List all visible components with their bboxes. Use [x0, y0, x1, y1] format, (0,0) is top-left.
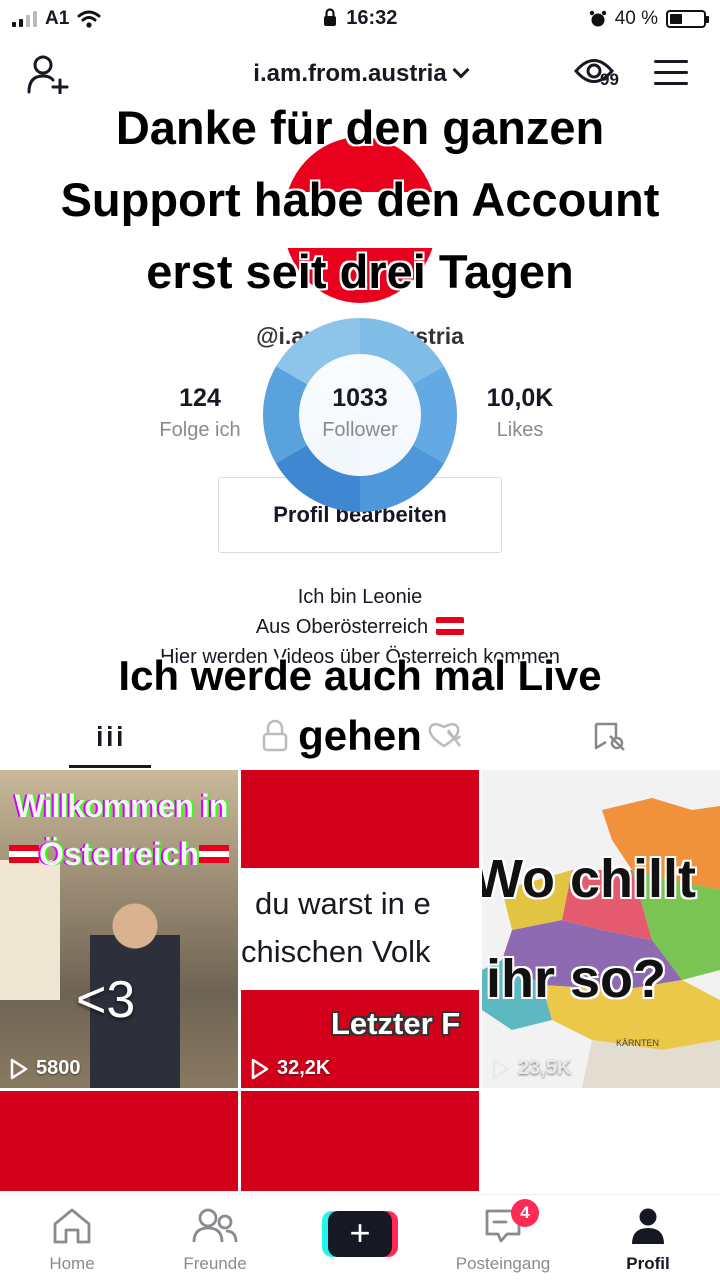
caption-line: Support habe den Account	[60, 173, 660, 226]
inbox-badge: 4	[511, 1199, 539, 1227]
play-icon	[10, 1058, 28, 1079]
stat-value: 124	[179, 384, 221, 412]
thumbnail-text: Willkommen in	[14, 788, 229, 824]
profile-stats: 124 Folge ich 1033 Follower 10,0K Likes	[0, 384, 720, 454]
nav-label: Freunde	[183, 1254, 247, 1273]
status-bar: A1 16:32 40 %	[0, 0, 720, 38]
stat-label: Folge ich	[159, 419, 241, 441]
austria-flag-icon	[199, 845, 230, 863]
stat-value: 1033	[332, 384, 388, 412]
stat-label: Likes	[496, 419, 544, 441]
view-count: 5800	[10, 1057, 81, 1080]
view-count-value: 23,5K	[518, 1057, 572, 1079]
caption-line: Danke für den ganzen	[115, 101, 605, 154]
bio-line-wrap: Aus Oberösterreich	[0, 612, 720, 642]
austria-flag-icon	[8, 845, 39, 863]
bottom-nav: Home Freunde + 4 Posteingang Profil	[0, 1194, 720, 1280]
views-badge: 99	[600, 70, 619, 89]
stat-value: 10,0K	[486, 384, 554, 412]
thumbnail-text-wrap: Österreich	[0, 836, 238, 873]
menu-icon[interactable]	[654, 60, 688, 86]
following-stat[interactable]: 124 Folge ich	[110, 384, 290, 442]
map-label: KÄRNTEN	[616, 1038, 660, 1048]
thumbnail-text: Letzter F	[331, 1006, 461, 1041]
caption-line: gehen	[298, 712, 422, 759]
thumbnail-text: chischen Volk	[241, 934, 431, 969]
view-count: 23,5K	[492, 1057, 571, 1080]
austria-map-graphic	[482, 798, 720, 1088]
battery-percent: 40 %	[614, 8, 658, 29]
likes-stat[interactable]: 10,0K Likes	[430, 384, 610, 442]
nav-home[interactable]: Home	[12, 1207, 132, 1274]
stat-label: Follower	[322, 419, 398, 441]
nav-label: Home	[49, 1254, 95, 1273]
thumbnail-text: Wo chillt	[482, 849, 696, 909]
overlay-live-caption: Ich werde auch mal Live gehen	[0, 646, 720, 766]
home-icon	[53, 1208, 91, 1244]
username-title: i.am.from.austria	[253, 60, 447, 87]
thumbnail-text: Österreich	[38, 836, 200, 872]
nav-label: Posteingang	[455, 1254, 551, 1273]
caption-line: Ich werde auch mal Live	[118, 652, 602, 699]
video-thumbnail[interactable]: Willkommen in Österreich <3 5800	[0, 770, 238, 1088]
nav-friends[interactable]: Freunde	[155, 1207, 275, 1274]
lock-icon	[323, 8, 336, 26]
nav-inbox[interactable]: 4 Posteingang	[443, 1199, 563, 1274]
plus-icon: +	[328, 1211, 392, 1257]
view-count-value: 5800	[36, 1057, 81, 1079]
status-right: 40 %	[589, 8, 709, 30]
chevron-down-icon	[452, 61, 470, 79]
nav-profile[interactable]: Profil	[588, 1207, 708, 1274]
play-icon	[251, 1058, 269, 1079]
view-count-value: 32,2K	[277, 1057, 331, 1079]
battery-icon	[666, 10, 709, 28]
bio-line: Ich bin Leonie	[297, 586, 423, 608]
status-time: 16:32	[346, 7, 398, 29]
thumbnail-text: ihr so?	[486, 949, 667, 1009]
nav-label: Profil	[626, 1254, 670, 1273]
bio-line: Aus Oberösterreich	[255, 616, 429, 638]
play-icon	[492, 1058, 510, 1079]
view-count: 32,2K	[251, 1057, 330, 1080]
video-thumbnail[interactable]	[241, 1091, 479, 1191]
thumbnail-sticker: <3	[76, 971, 136, 1029]
video-thumbnail[interactable]	[0, 1091, 238, 1191]
followers-stat[interactable]: 1033 Follower	[270, 384, 450, 442]
caption-line: erst seit drei Tagen	[146, 245, 574, 298]
create-button[interactable]: +	[322, 1211, 398, 1257]
alarm-icon	[589, 10, 606, 27]
video-thumbnail[interactable]: du warst in e chischen Volk Letzter F 32…	[241, 770, 479, 1088]
profile-icon	[632, 1208, 664, 1244]
profile-views-button[interactable]: 99	[574, 56, 630, 94]
austria-flag-icon	[436, 617, 465, 635]
friends-icon	[192, 1208, 238, 1243]
video-thumbnail[interactable]: Wo chillt ihr so? KÄRNTEN 23,5K	[482, 770, 720, 1088]
thumbnail-text: du warst in e	[255, 886, 431, 921]
overlay-caption: Danke für den ganzen Support habe den Ac…	[0, 92, 720, 308]
